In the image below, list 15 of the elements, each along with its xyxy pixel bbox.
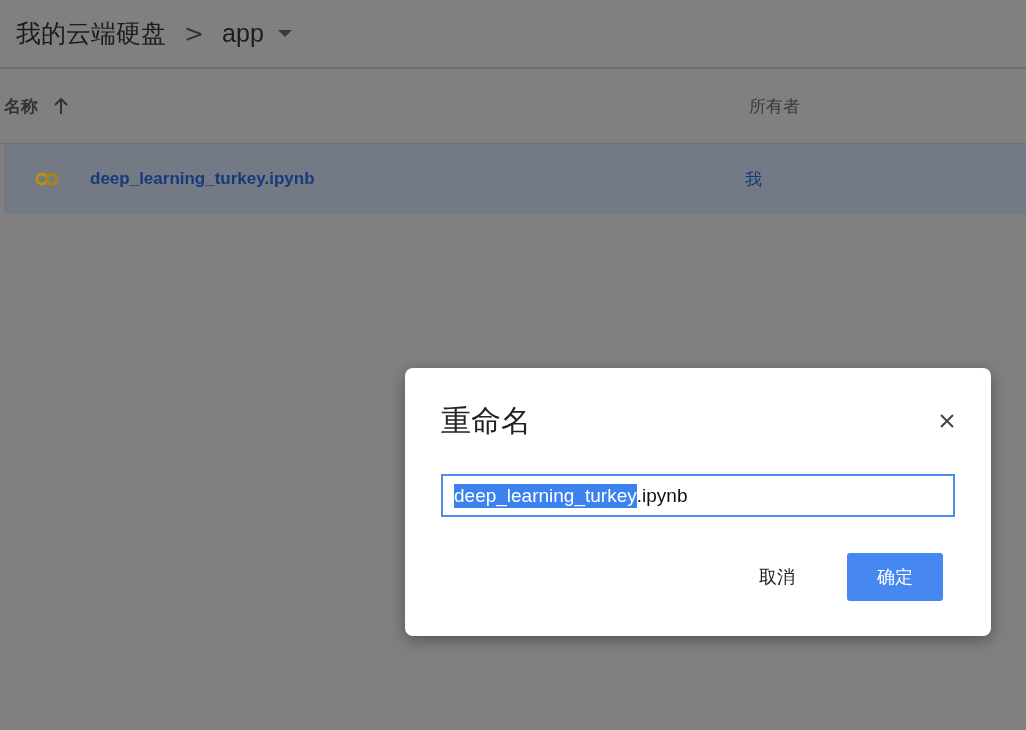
- dropdown-icon[interactable]: [277, 30, 292, 37]
- column-header[interactable]: 名称: [4, 94, 38, 118]
- infinity-rings-icon: [34, 172, 60, 186]
- dialog-title: 重命名: [441, 401, 531, 440]
- breadcrumb-current[interactable]: app: [222, 19, 264, 48]
- breadcrumb-root[interactable]: 我的云端硬盘: [16, 17, 166, 50]
- confirm-button[interactable]: 确定: [847, 553, 943, 601]
- chevron-icon: >: [184, 19, 205, 48]
- cancel-button[interactable]: 取消: [729, 553, 825, 601]
- sort-arrow-icon[interactable]: [54, 98, 68, 114]
- owner-text: 我: [745, 167, 762, 191]
- close-icon[interactable]: [939, 413, 955, 429]
- file-name: deep_learning_turkey.ipynb: [90, 169, 315, 189]
- column-header[interactable]: 所有者: [749, 94, 800, 118]
- file-row[interactable]: deep_learning_turkey.ipynb 我: [4, 144, 1026, 214]
